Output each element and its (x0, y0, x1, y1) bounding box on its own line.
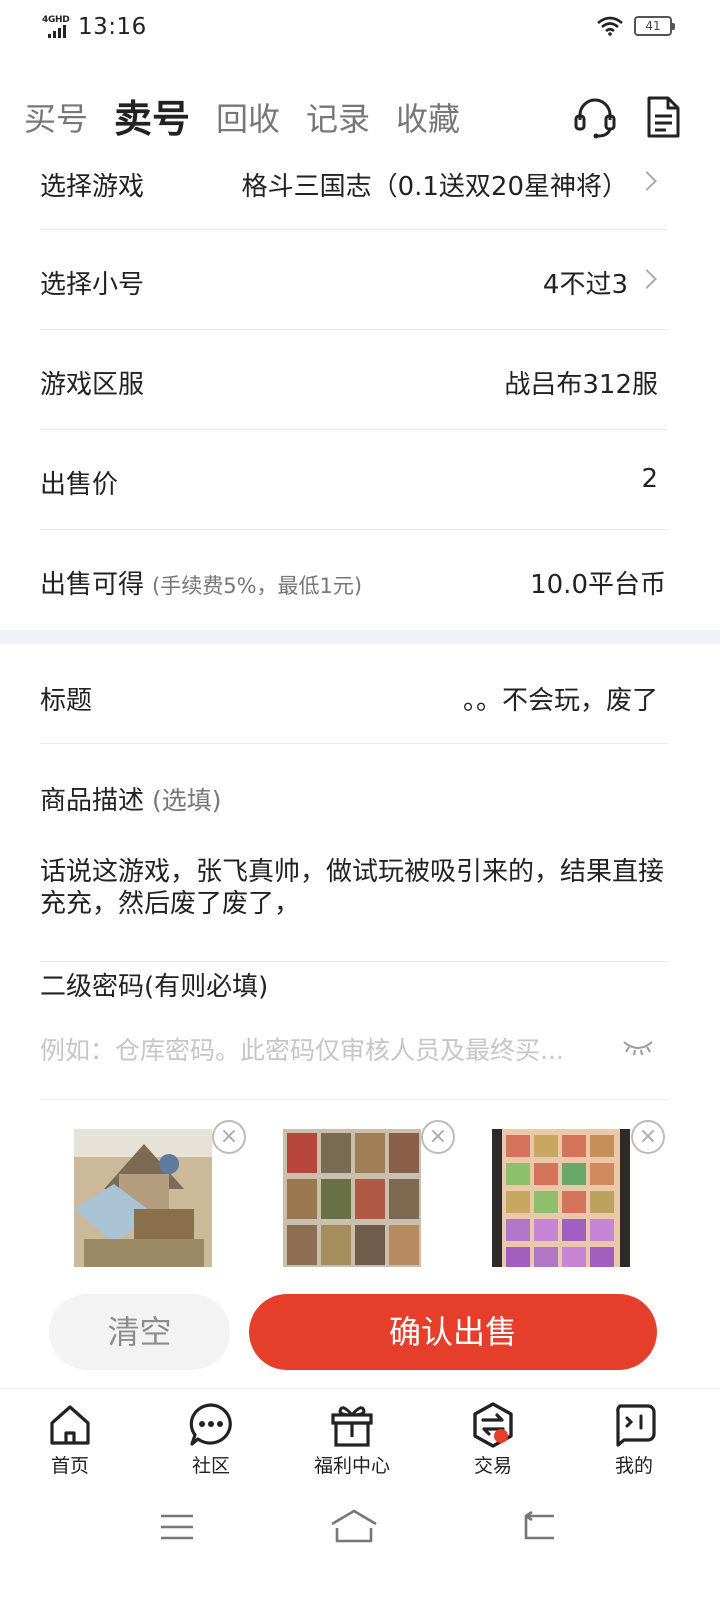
network-type: 4GHD (42, 15, 70, 25)
tab-favorites[interactable]: 收藏 (396, 94, 460, 140)
top-tab-bar: 买号 卖号 回收 记录 收藏 (0, 82, 720, 152)
nav-home[interactable]: 首页 (10, 1401, 130, 1478)
fee-hint: (手续费5%，最低1元) (152, 574, 363, 598)
nav-community[interactable]: 社区 (151, 1401, 271, 1478)
password-input[interactable] (40, 1030, 600, 1070)
earnings-label: 出售可得 (手续费5%，最低1元) (40, 570, 363, 600)
chevron-right-icon (637, 269, 657, 289)
select-game-label: 选择游戏 (40, 172, 145, 202)
server-row: 游戏区服 战吕布312服 (40, 330, 668, 430)
chevron-right-icon (637, 171, 657, 191)
password-label: 二级密码(有则必填) (40, 972, 269, 1002)
server-label: 游戏区服 (40, 370, 145, 400)
nav-trade-label: 交易 (473, 1455, 512, 1477)
document-icon[interactable] (640, 94, 686, 140)
optional-hint: (选填) (152, 786, 222, 815)
price-input[interactable]: 2 (641, 464, 658, 494)
chat-bubble-icon (189, 1403, 232, 1446)
earnings-row: 出售可得 (手续费5%，最低1元) 10.0平台币 (40, 530, 668, 630)
headset-icon[interactable] (572, 94, 618, 140)
back-icon[interactable] (520, 1510, 558, 1542)
clear-button[interactable]: 清空 (49, 1294, 230, 1370)
trade-icon (473, 1402, 513, 1448)
nav-trade[interactable]: 交易 (433, 1401, 553, 1478)
system-navigation-bar (0, 1496, 720, 1600)
gift-icon (331, 1406, 373, 1447)
bottom-navigation: 首页 社区 福利中心 交易 我的 (0, 1388, 720, 1488)
nav-home-label: 首页 (50, 1455, 89, 1477)
status-bar: 4GHD 13:16 41 (0, 0, 720, 56)
confirm-sell-button[interactable]: 确认出售 (249, 1294, 657, 1370)
section-divider (0, 630, 720, 644)
remove-image-button-3[interactable]: × (631, 1120, 665, 1154)
earnings-value: 10.0平台币 (530, 570, 666, 600)
nav-welfare-label: 福利中心 (313, 1455, 390, 1477)
tab-buy[interactable]: 买号 (24, 94, 88, 140)
tab-recycle[interactable]: 回收 (216, 94, 280, 140)
server-value: 战吕布312服 (504, 370, 658, 400)
description-row: 商品描述 (选填) (40, 744, 668, 962)
price-row[interactable]: 出售价 2 (40, 430, 668, 530)
select-sub-account-label: 选择小号 (40, 270, 145, 300)
cellular-signal-icon: 4GHD (42, 14, 74, 40)
home-icon (50, 1405, 90, 1445)
description-textarea[interactable]: 话说这游戏，张飞真帅，做试玩被吸引来的，结果直接充充，然后废了废了， (40, 856, 670, 920)
select-game-row[interactable]: 选择游戏 格斗三国志（0.1送双20星神将） (40, 152, 668, 230)
sub-account-value: 4不过3 (542, 270, 628, 300)
screenshot-image (492, 1129, 630, 1267)
nav-welfare-center[interactable]: 福利中心 (292, 1401, 412, 1478)
clock: 13:16 (78, 14, 147, 40)
screenshot-image (283, 1129, 421, 1267)
battery-icon: 41 (634, 16, 675, 36)
menu-icon[interactable] (159, 1512, 195, 1542)
selected-game-value: 格斗三国志（0.1送双20星神将） (241, 172, 628, 202)
nav-community-label: 社区 (191, 1455, 230, 1477)
eye-closed-icon[interactable] (622, 1038, 654, 1056)
price-label: 出售价 (40, 470, 119, 500)
screenshot-image (74, 1129, 212, 1267)
home-icon[interactable] (329, 1508, 379, 1544)
remove-image-button-1[interactable]: × (212, 1120, 246, 1154)
tab-sell[interactable]: 卖号 (114, 88, 190, 143)
description-label: 商品描述 (选填) (40, 786, 222, 816)
screenshot-thumbnail-1[interactable] (74, 1129, 212, 1267)
title-label: 标题 (40, 686, 93, 716)
profile-icon (616, 1404, 656, 1447)
select-sub-account-row[interactable]: 选择小号 4不过3 (40, 230, 668, 330)
screenshot-thumbnail-2[interactable] (283, 1129, 421, 1267)
remove-image-button-2[interactable]: × (421, 1120, 455, 1154)
title-row[interactable]: 标题 。。不会玩，废了 (40, 644, 668, 744)
screenshot-thumbnail-3[interactable] (492, 1129, 630, 1267)
nav-profile[interactable]: 我的 (574, 1401, 694, 1478)
wifi-icon (597, 16, 623, 36)
title-input[interactable]: 。。不会玩，废了 (463, 680, 658, 717)
nav-profile-label: 我的 (614, 1455, 653, 1477)
tab-records[interactable]: 记录 (306, 94, 370, 140)
